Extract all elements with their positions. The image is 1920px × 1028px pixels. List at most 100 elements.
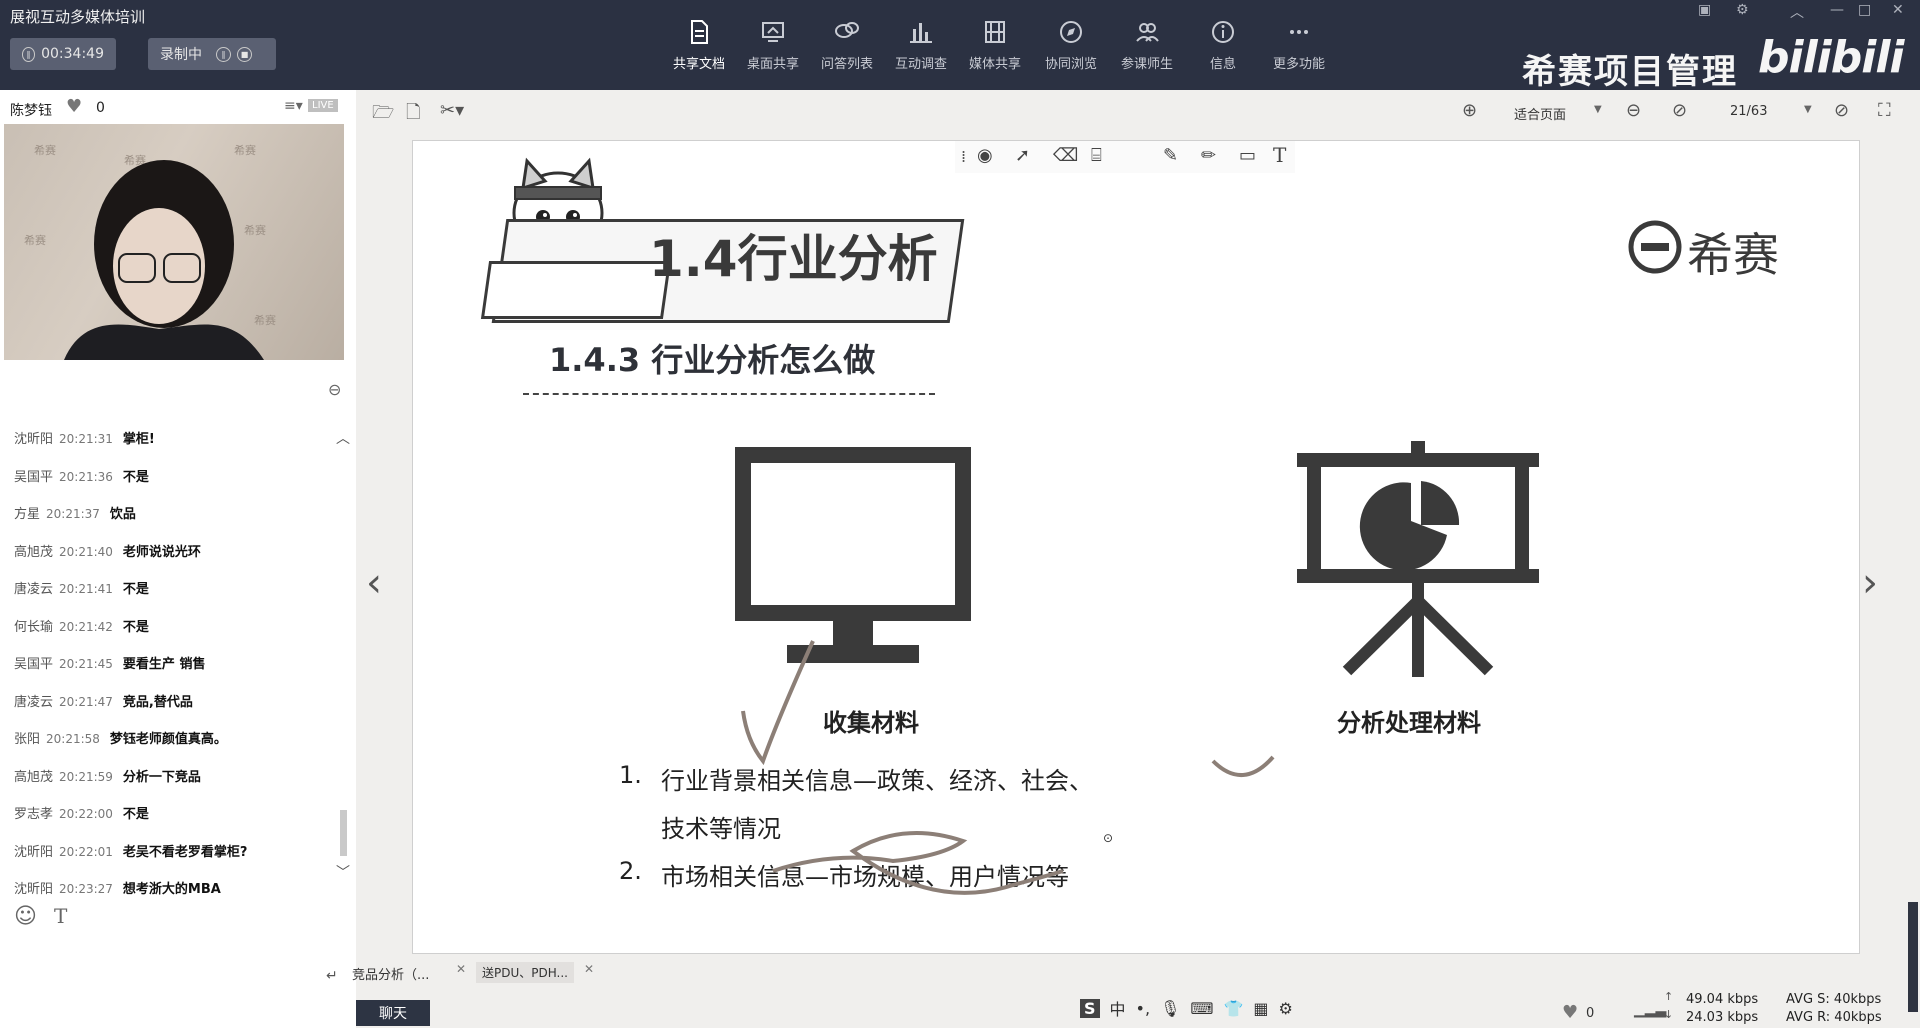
cursor-target-icon: ⊙ [1103,831,1114,845]
collapse-icon[interactable]: ︿ [1790,2,1804,22]
pointer-icon[interactable]: ➚ [1015,145,1030,166]
download-rate: 24.03 kbps [1686,1010,1759,1025]
prev-page-icon[interactable]: ⊘ [1672,100,1687,126]
chat-time: 20:23:27 [59,882,113,896]
tab-pdu[interactable]: 送PDU、PDH... [476,962,574,983]
ime-language[interactable]: 中 [1110,996,1126,1020]
download-arrow-icon[interactable]: ↵ [326,968,338,984]
chat-time: 20:21:31 [59,432,113,446]
users-icon [1136,22,1159,42]
text-tool-icon[interactable]: T [1273,143,1286,167]
user-header: 陈梦钰 ♥ 0 ≡▾ LIVE [0,90,356,124]
tab-competitor-analysis[interactable]: 竞品分析（... [352,964,429,983]
left-panel: 陈梦钰 ♥ 0 ≡▾ LIVE 希赛 希赛 希赛 希赛 希赛 希赛 ⊖ ︿ ﹀ 沈昕阳 2… [0,90,356,1028]
skin-icon[interactable]: ▣ [1698,2,1711,18]
new-file-icon[interactable]: 🗋 [406,100,420,126]
punctuation-icon[interactable]: •, [1136,999,1151,1018]
timer-pill: ∥ 00:34:49 [10,38,116,70]
chat-msg: 分析一下竞品 [122,769,201,785]
next-page-icon[interactable]: ⊘ [1834,100,1849,126]
nav-item[interactable]: 问答列表 [810,0,884,90]
zoom-out-icon[interactable]: ⊖ [1626,100,1641,126]
pen-icon[interactable]: ✏ [1201,145,1216,166]
fit-select[interactable]: 适合页面 [1514,104,1566,130]
text-format-icon[interactable]: T [54,904,67,928]
nav-item[interactable]: 更多功能 [1262,0,1336,90]
webcam-image: 希赛希赛希赛 希赛希赛希赛 [24,143,276,360]
side-scrollbar[interactable] [1908,902,1918,1012]
heart-icon[interactable]: ♥ [66,96,82,117]
record-pause-icon[interactable]: ∥ [216,46,231,62]
chat-name: 罗志孝 [14,807,54,822]
chat-message: 何长瑜 20:21:42 不是 [14,616,149,635]
emoji-icon[interactable]: ☺ [14,904,37,929]
scroll-up-icon[interactable]: ︿ [336,428,350,448]
drag-handle-icon[interactable]: ⁞ [961,147,966,166]
page-dropdown-icon[interactable]: ▼ [1804,104,1812,130]
rectangle-icon[interactable]: ▭ [1239,145,1256,166]
nav-item[interactable]: 参课师生 [1110,0,1184,90]
scroll-down-icon[interactable]: ﹀ [336,862,350,882]
chat-message: 张阳 20:21:58 梦钰老师颜值真高。 [14,728,227,747]
apps-grid-icon[interactable]: ▦ [1253,999,1268,1018]
nav-item[interactable]: 桌面共享 [736,0,810,90]
user-likes: 0 [96,100,105,116]
nav-item[interactable]: 信息 [1186,0,1260,90]
chat-msg: 想考浙大的MBA [122,882,221,897]
record-dot-icon[interactable]: ◉ [977,145,993,166]
nav-item[interactable]: 媒体共享 [958,0,1032,90]
close-icon[interactable]: ✕ [1892,2,1904,18]
app-title: 展视互动多媒体培训 [10,8,146,26]
ime-settings-icon[interactable]: ⚙ [1279,999,1293,1018]
clear-icon[interactable]: ⌸ [1091,145,1102,166]
microphone-icon[interactable]: 🎙 [1160,999,1180,1018]
record-stop-icon[interactable]: ■ [237,46,252,62]
settings-icon[interactable]: ⚙ [1736,2,1749,18]
close-tab-icon[interactable]: ✕ [584,962,594,976]
fullscreen-icon[interactable]: ⛶ [1878,100,1891,126]
eraser-icon[interactable]: ⌫ [1053,145,1078,166]
chat-message: 罗志孝 20:22:00 不是 [14,803,149,822]
record-pill[interactable]: 录制中 ∥ ■ [148,38,276,70]
svg-text:希赛: 希赛 [24,233,46,247]
sogou-icon[interactable]: S [1080,998,1100,1018]
list-icon[interactable]: ≡▾ [284,98,303,114]
chat-scrollbar[interactable] [340,810,347,856]
chat-msg: 要看生产 销售 [122,657,206,672]
nav-item[interactable]: 协同浏览 [1034,0,1108,90]
scissors-icon[interactable]: ✂▾ [440,100,464,126]
maximize-icon[interactable]: □ [1858,2,1871,18]
chat-time: 20:21:59 [59,769,113,784]
top-bar: 展视互动多媒体培训 ∥ 00:34:49 录制中 ∥ ■ 共享文档 桌面共享 问答列… [0,0,1920,92]
zoom-in-icon[interactable]: ⊕ [1462,100,1477,126]
open-folder-icon[interactable]: 🗁 [372,100,394,126]
nav-item[interactable]: 互动调查 [884,0,958,90]
chat-name: 沈昕阳 [14,432,54,447]
next-slide-arrow[interactable]: › [1862,560,1878,606]
chat-tab-button[interactable]: 聊天 [356,1000,430,1026]
nav-item-label: 问答列表 [820,56,873,72]
upload-arrow-icon: ↑ [1664,990,1674,1003]
close-tab-icon[interactable]: ✕ [456,962,466,976]
notebook-shape [480,261,672,319]
chat-message: 高旭茂 20:21:40 老师说说光环 [14,541,201,560]
skin-shirt-icon[interactable]: 👕 [1223,999,1243,1018]
download-rate-arrow-icon: ↓ [1664,1008,1674,1021]
ime-toolbar: S 中 •, 🎙 ⌨ 👕 ▦ ⚙ [1080,996,1293,1020]
status-heart-icon[interactable]: ♥ [1562,1002,1578,1023]
prev-slide-arrow[interactable]: ‹ [366,560,382,606]
nav-item[interactable]: 共享文档 [662,0,736,90]
keyboard-icon[interactable]: ⌨ [1190,999,1213,1018]
highlighter-icon[interactable]: ✎ [1163,145,1178,166]
page-indicator[interactable]: 21/63 [1730,104,1767,130]
chat-time: 20:21:41 [59,582,113,596]
chat-collapse-icon[interactable]: ⊖ [328,380,341,399]
chat-msg: 饮品 [109,507,136,522]
fit-dropdown-icon[interactable]: ▼ [1594,104,1602,130]
chat-time: 20:21:58 [46,732,100,746]
monitor-share-icon [762,21,784,42]
minimize-icon[interactable]: — [1830,2,1844,18]
bar-chart-icon [910,22,932,43]
slide-canvas[interactable]: ⁞ ◉ ➚ ⌫ ⌸ ✎ ✏ ▭ T 1.4行业分析 1.4.3 行业分析怎么做 … [412,140,1860,954]
bilibili-logo: bilibili [1758,32,1904,83]
